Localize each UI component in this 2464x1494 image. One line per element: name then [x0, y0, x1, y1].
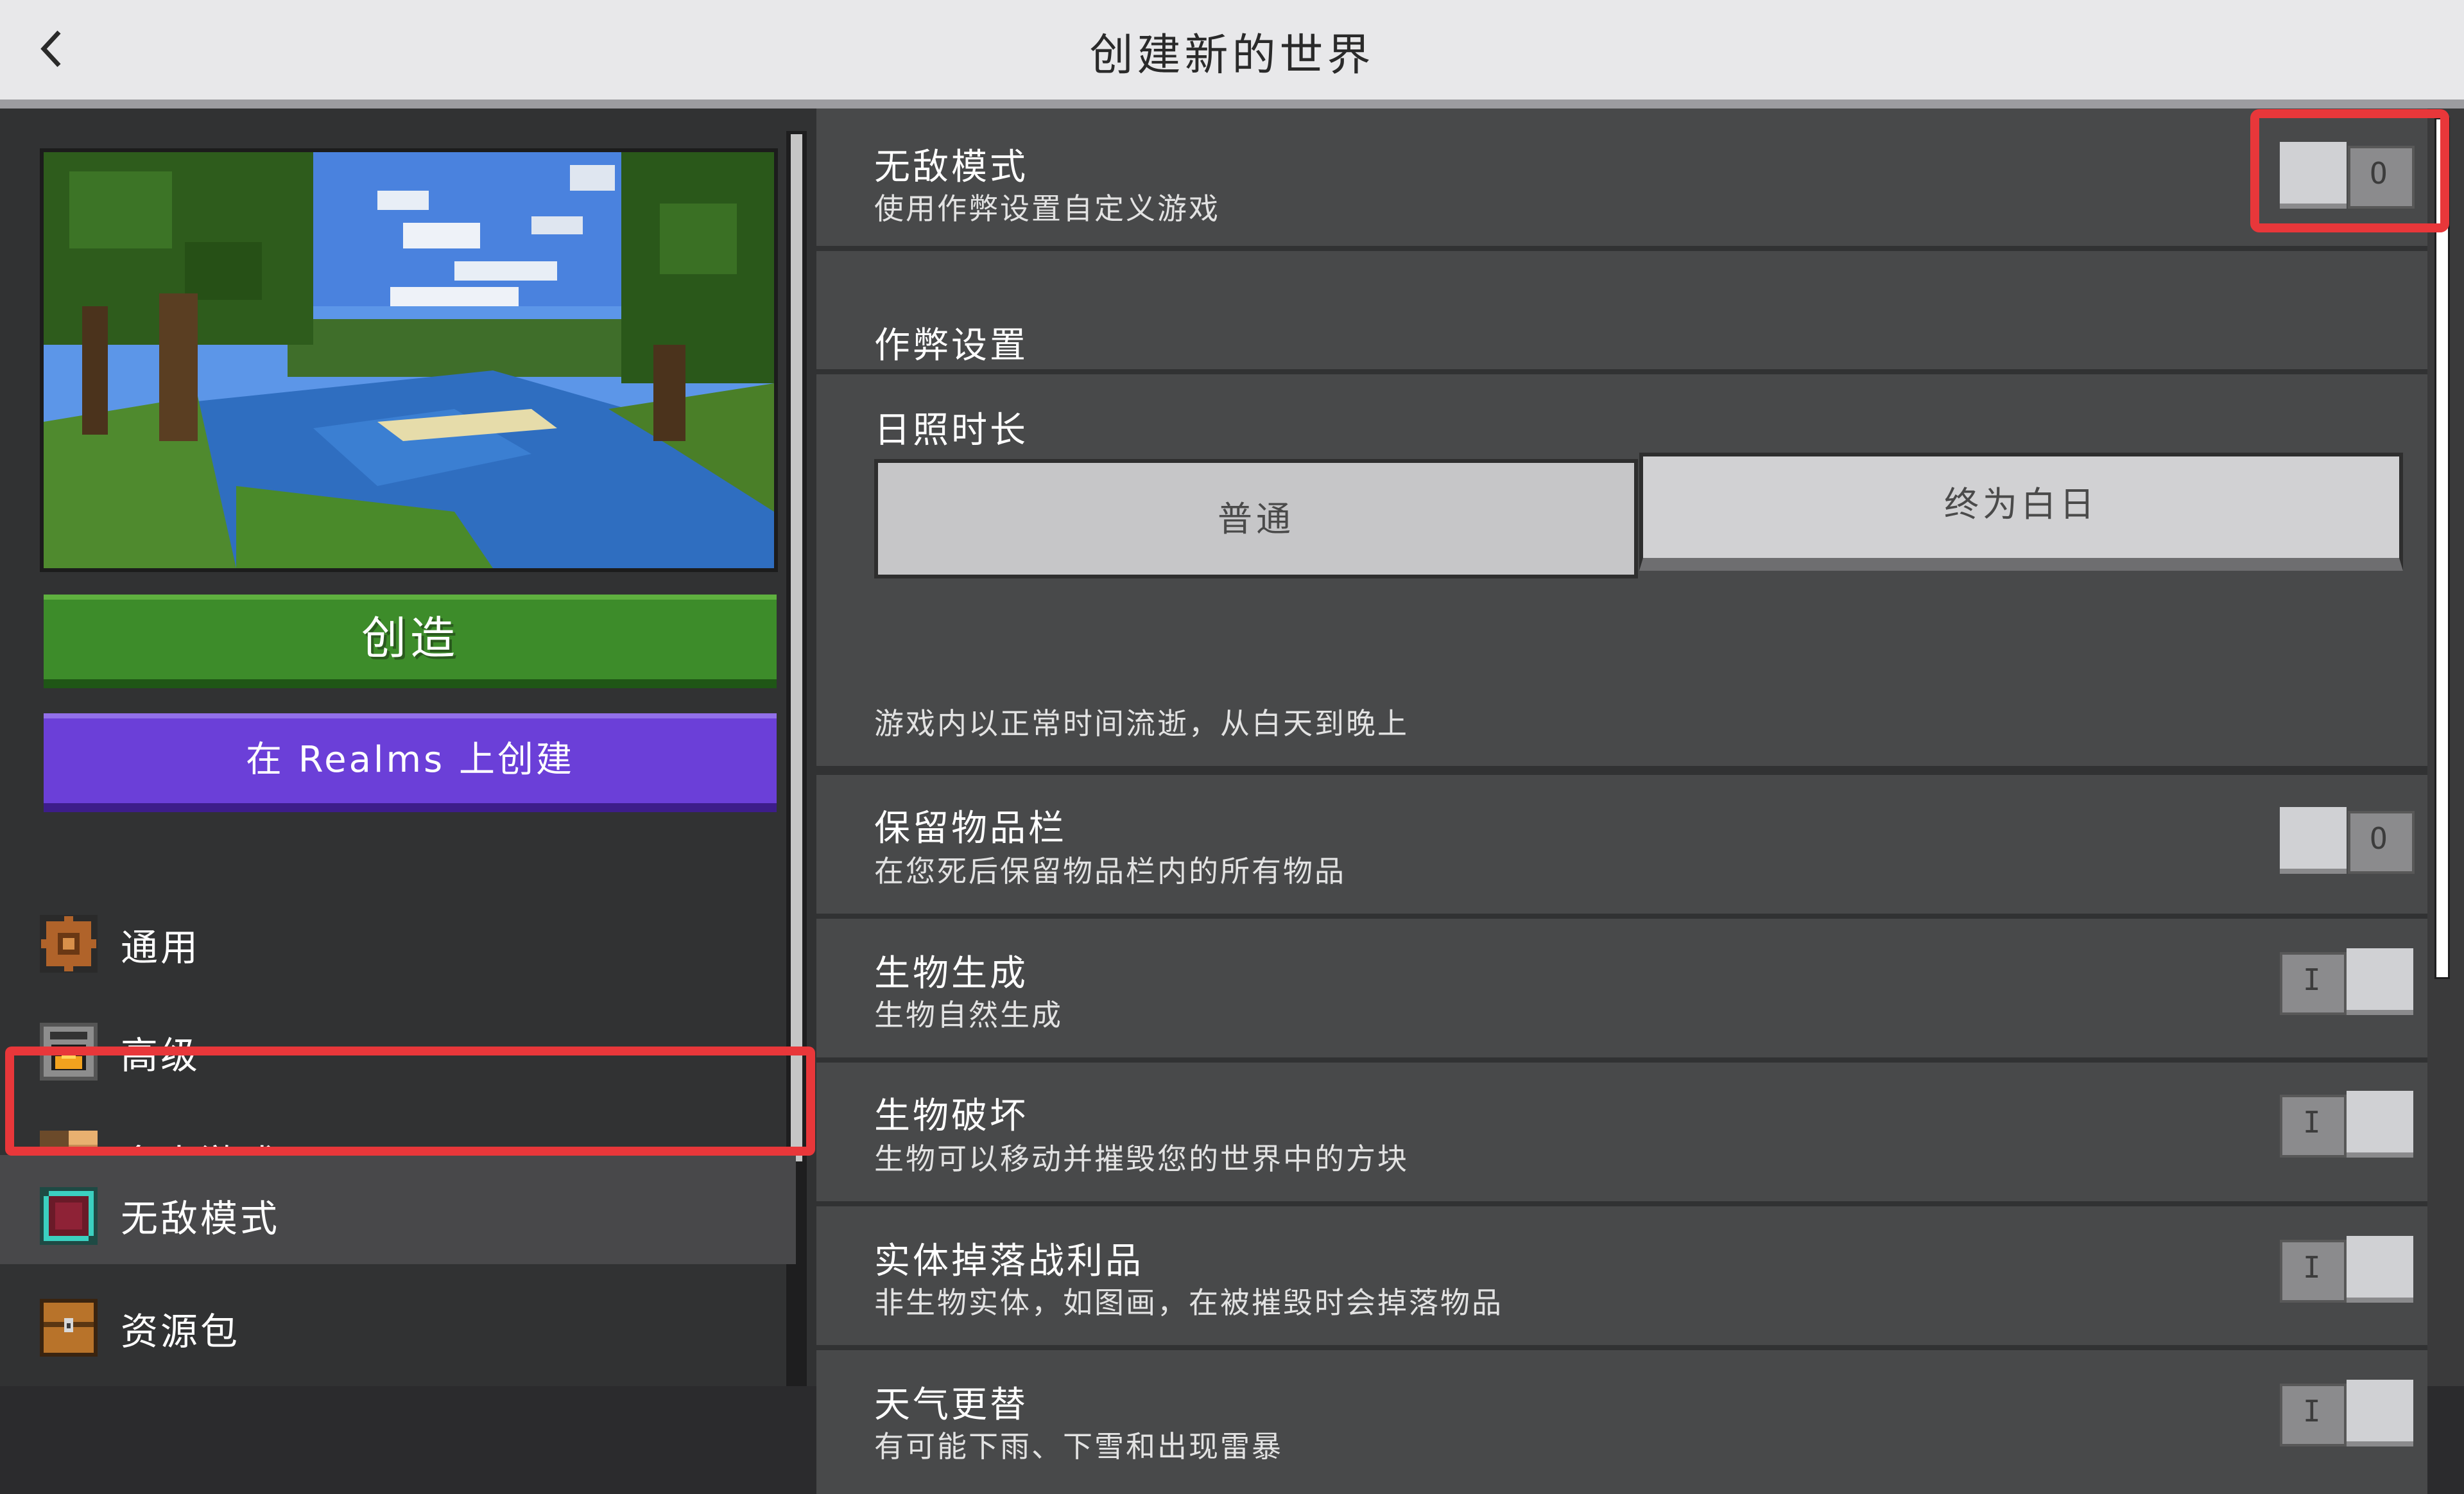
setting-title: 生物生成 [874, 953, 1028, 995]
toggle-on-icon: I [2303, 1105, 2321, 1140]
toggle-knob [2280, 142, 2347, 209]
sidebar-item-general[interactable]: 通用 [0, 890, 796, 987]
setting-description: 非生物实体，如图画，在被摧毁时会掉落物品 [874, 1285, 1503, 1320]
setting-title: 日照时长 [874, 410, 1028, 451]
setting-title: 保留物品栏 [874, 808, 1067, 849]
sidebar-item-resource-packs[interactable]: 资源包 [0, 1274, 796, 1371]
chest-icon [40, 1299, 98, 1357]
section-header: 作弊设置 [874, 325, 1028, 367]
setting-description: 在您死后保留物品栏内的所有物品 [874, 854, 1346, 889]
setting-title: 天气更替 [874, 1384, 1028, 1426]
entity-drops-toggle[interactable]: I [2280, 1236, 2415, 1307]
setting-row-entity-drops: 实体掉落战利品 非生物实体，如图画，在被摧毁时会掉落物品 I [816, 1206, 2427, 1350]
toggle-on-icon: I [2303, 1250, 2321, 1285]
row-divider [816, 766, 2427, 775]
sidebar-item-label: 高级 [121, 1034, 201, 1077]
setting-title: 实体掉落战利品 [874, 1240, 1144, 1282]
setting-description: 生物可以移动并摧毁您的世界中的方块 [874, 1142, 1409, 1176]
daylight-option-always-day[interactable]: 终为白日 [1639, 453, 2403, 571]
toggle-off-icon: O [2370, 156, 2388, 191]
mob-griefing-toggle[interactable]: I [2280, 1091, 2415, 1161]
sidebar-item-advanced[interactable]: 高级 [0, 998, 796, 1095]
create-button[interactable]: 创造 [44, 595, 777, 688]
cheat-block-icon [40, 1187, 98, 1245]
setting-description: 有可能下雨、下雪和出现雷暴 [874, 1429, 1283, 1464]
sidebar-item-label: 通用 [121, 926, 201, 969]
toggle-knob [2347, 948, 2413, 1015]
keep-inventory-toggle[interactable]: O [2280, 807, 2415, 878]
header-divider [0, 100, 2464, 109]
daylight-option-normal[interactable]: 普通 [874, 459, 1638, 578]
sidebar-item-label: 资源包 [121, 1310, 241, 1353]
sidebar-item-cheats[interactable]: 无敌模式 [0, 1155, 796, 1264]
setting-title: 无敌模式 [874, 146, 1028, 188]
world-preview-scene [44, 152, 774, 568]
top-bar: 创建新的世界 [0, 0, 2464, 100]
create-on-realms-button[interactable]: 在 Realms 上创建 [44, 713, 777, 812]
toggle-knob [2280, 807, 2347, 874]
toggle-off-icon: O [2370, 821, 2388, 856]
setting-description: 游戏内以正常时间流逝，从白天到晚上 [874, 706, 1409, 741]
settings-panel: 无敌模式 使用作弊设置自定义游戏 O 作弊设置 日照时长 游戏内以正常时间流逝，… [816, 109, 2464, 1494]
setting-description: 生物自然生成 [874, 998, 1063, 1032]
section-cheat-settings: 作弊设置 [816, 251, 2427, 374]
setting-row-mob-spawning: 生物生成 生物自然生成 I [816, 919, 2427, 1063]
setting-title: 生物破坏 [874, 1095, 1028, 1137]
option-label: 终为白日 [1944, 484, 2098, 525]
cheats-mode-toggle[interactable]: O [2280, 142, 2415, 213]
realms-button-label: 在 Realms 上创建 [245, 739, 575, 781]
sidebar-item-label: 无敌模式 [121, 1197, 280, 1240]
setting-description: 使用作弊设置自定义游戏 [874, 191, 1220, 226]
create-button-label: 创造 [361, 612, 459, 664]
mob-spawning-toggle[interactable]: I [2280, 948, 2415, 1019]
page-title: 创建新的世界 [1089, 30, 1375, 81]
setting-row-cheats-mode: 无敌模式 使用作弊设置自定义游戏 O [816, 109, 2427, 251]
toggle-knob [2347, 1380, 2413, 1446]
setting-row-keep-inventory: 保留物品栏 在您死后保留物品栏内的所有物品 O [816, 775, 2427, 919]
setting-row-weather-cycle: 天气更替 有可能下雨、下雪和出现雷暴 I [816, 1350, 2427, 1494]
world-preview-image [40, 148, 778, 572]
toggle-knob [2347, 1236, 2413, 1303]
gear-icon [40, 915, 98, 973]
setting-row-mob-griefing: 生物破坏 生物可以移动并摧毁您的世界中的方块 I [816, 1063, 2427, 1206]
toggle-on-icon: I [2303, 962, 2321, 997]
furnace-icon [40, 1023, 98, 1081]
toggle-knob [2347, 1091, 2413, 1158]
weather-cycle-toggle[interactable]: I [2280, 1380, 2415, 1450]
settings-scrollbar-thumb[interactable] [2434, 117, 2450, 979]
option-label: 普通 [1218, 499, 1295, 539]
left-sidebar: 创造 在 Realms 上创建 通用 高级 无敌模式 资源包 [0, 109, 816, 1386]
toggle-on-icon: I [2303, 1394, 2321, 1429]
